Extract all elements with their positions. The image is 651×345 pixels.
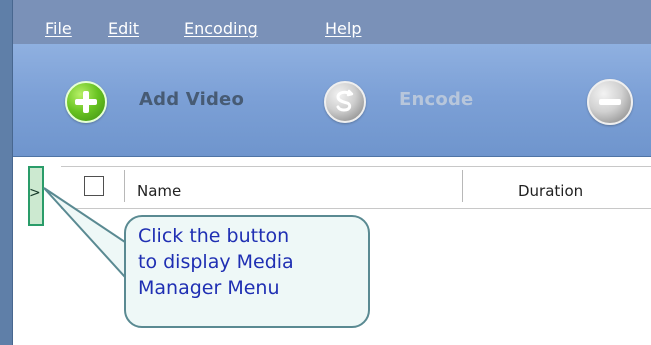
column-divider: [124, 170, 125, 202]
select-all-checkbox[interactable]: [84, 176, 104, 196]
app-window: File Edit Encoding Help Add Video Encode…: [13, 0, 651, 345]
encode-icon[interactable]: [324, 81, 366, 123]
callout-line-1: Click the button: [138, 225, 290, 247]
encode-button[interactable]: Encode: [399, 89, 473, 110]
toolbar: Add Video Encode: [13, 44, 651, 157]
window-left-edge: [0, 0, 13, 345]
help-callout: Click the button to display Media Manage…: [124, 215, 370, 328]
expand-arrow-icon: >: [29, 185, 41, 201]
add-video-icon[interactable]: [65, 81, 107, 123]
column-header-duration[interactable]: Duration: [518, 182, 583, 200]
menu-edit[interactable]: Edit: [108, 19, 139, 38]
minus-icon: [599, 99, 621, 105]
callout-line-3: Manager Menu: [138, 277, 280, 299]
menu-bar: File Edit Encoding Help: [13, 0, 651, 44]
remove-icon[interactable]: [587, 79, 633, 125]
encode-symbol-icon: [336, 89, 354, 112]
column-divider: [462, 170, 463, 202]
media-manager-toggle[interactable]: >: [28, 166, 44, 226]
column-header-name[interactable]: Name: [137, 182, 181, 200]
add-video-button[interactable]: Add Video: [139, 89, 244, 110]
menu-help[interactable]: Help: [325, 19, 361, 38]
plus-icon: [75, 91, 97, 113]
menu-file[interactable]: File: [45, 19, 72, 38]
menu-encoding[interactable]: Encoding: [184, 19, 258, 38]
callout-line-2: to display Media: [138, 251, 294, 273]
